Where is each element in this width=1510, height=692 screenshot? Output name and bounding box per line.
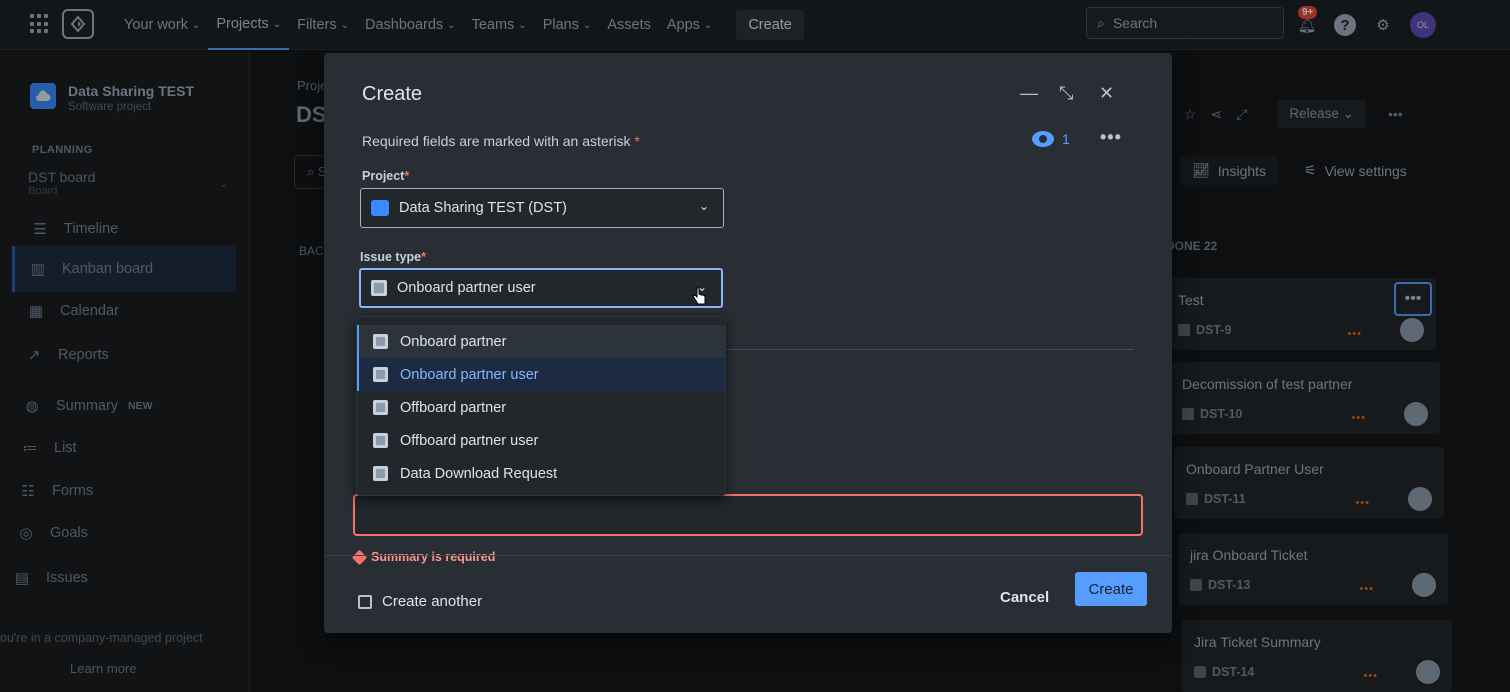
more-options-icon[interactable]: ••• (1100, 127, 1122, 148)
checkbox-icon (358, 594, 372, 609)
menu-item-offboard-partner[interactable]: Offboard partner (357, 391, 725, 424)
menu-item-onboard-partner[interactable]: Onboard partner (357, 325, 725, 358)
close-icon[interactable]: ✕ (1099, 83, 1114, 104)
project-select[interactable]: Data Sharing TEST (DST) ⌄ (360, 188, 724, 228)
jira-screen: Your work ⌄ Projects ⌄ Filters ⌄ Dashboards… (0, 0, 1510, 692)
issue-type-icon (373, 334, 388, 349)
cloud-project-icon (371, 200, 389, 216)
project-field-label: Project* (362, 169, 409, 183)
menu-item-label: Data Download Request (400, 465, 558, 482)
menu-item-data-download-request[interactable]: Data Download Request (357, 457, 725, 490)
menu-item-label: Onboard partner user (400, 366, 539, 383)
watchers-count: 1 (1062, 131, 1070, 147)
required-note-text: Required fields are marked with an aster… (362, 133, 631, 149)
cancel-button[interactable]: Cancel (988, 580, 1061, 614)
chevron-down-icon: ⌄ (698, 199, 709, 213)
issue-type-menu: Onboard partner Onboard partner user Off… (356, 316, 726, 496)
issue-type-icon (373, 433, 388, 448)
issue-type-icon (371, 280, 387, 296)
issue-type-icon (373, 466, 388, 481)
required-asterisk: * (634, 133, 640, 149)
create-another-label: Create another (382, 593, 483, 610)
summary-error-text: Summary is required (371, 550, 496, 564)
modal-title: Create (362, 83, 423, 105)
menu-item-label: Offboard partner (400, 399, 507, 416)
issue-type-icon (373, 367, 388, 382)
eye-icon (1032, 131, 1054, 147)
required-asterisk: * (404, 169, 410, 183)
hand-cursor-icon (692, 287, 706, 305)
watch-button[interactable]: 1 (1032, 131, 1070, 147)
project-select-value: Data Sharing TEST (DST) (399, 200, 567, 216)
collapse-icon[interactable]: ⤡ (1059, 83, 1073, 104)
menu-item-offboard-partner-user[interactable]: Offboard partner user (357, 424, 725, 457)
issue-type-icon (373, 400, 388, 415)
issue-type-field-label: Issue type* (360, 250, 426, 264)
footer-divider (324, 555, 1172, 556)
create-button[interactable]: Create (1075, 572, 1147, 606)
error-icon (351, 549, 368, 565)
issue-type-label-text: Issue type (360, 250, 422, 264)
issue-type-select-value: Onboard partner user (397, 280, 536, 296)
issue-type-select[interactable]: Onboard partner user ⌄ (359, 268, 723, 308)
minimize-icon[interactable]: — (1020, 83, 1038, 104)
create-another-checkbox[interactable]: Create another (358, 593, 482, 610)
summary-input[interactable] (353, 494, 1143, 536)
menu-item-label: Onboard partner (400, 333, 507, 350)
required-note: Required fields are marked with an aster… (362, 133, 640, 149)
menu-item-label: Offboard partner user (400, 432, 539, 449)
required-asterisk: * (421, 250, 427, 264)
menu-item-onboard-partner-user[interactable]: Onboard partner user (357, 358, 725, 391)
summary-error: Summary is required (351, 549, 496, 565)
project-label-text: Project (362, 169, 405, 183)
